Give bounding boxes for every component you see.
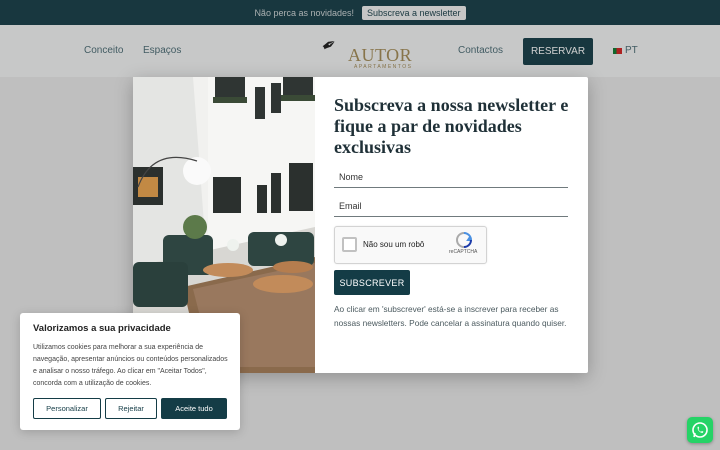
cookie-banner: Valorizamos a sua privacidade Utilizamos… <box>20 313 240 430</box>
customize-cookies-button[interactable]: Personalizar <box>33 398 101 419</box>
recaptcha-icon <box>455 232 473 248</box>
name-input[interactable] <box>334 166 568 187</box>
email-field[interactable] <box>334 195 568 217</box>
subscribe-button[interactable]: SUBSCREVER <box>334 270 410 295</box>
reject-cookies-button[interactable]: Rejeitar <box>105 398 157 419</box>
recaptcha-label: Não sou um robô <box>363 240 425 249</box>
whatsapp-icon[interactable] <box>687 417 713 443</box>
name-field[interactable] <box>334 166 568 188</box>
recaptcha-brand: reCAPTCHA <box>449 249 478 255</box>
newsletter-disclaimer: Ao clicar em 'subscrever' está-se a insc… <box>334 304 567 328</box>
cookie-body: Utilizamos cookies para melhorar a sua e… <box>33 344 228 387</box>
modal-title: Subscreva a nossa newsletter e fique a p… <box>334 95 569 157</box>
cookie-title: Valorizamos a sua privacidade <box>33 323 171 334</box>
accept-cookies-button[interactable]: Aceite tudo <box>161 398 227 419</box>
recaptcha-checkbox[interactable] <box>342 237 357 252</box>
modal-content: Subscreva a nossa newsletter e fique a p… <box>334 95 569 158</box>
email-input[interactable] <box>334 195 568 216</box>
recaptcha-widget: Não sou um robô reCAPTCHA <box>334 226 487 264</box>
